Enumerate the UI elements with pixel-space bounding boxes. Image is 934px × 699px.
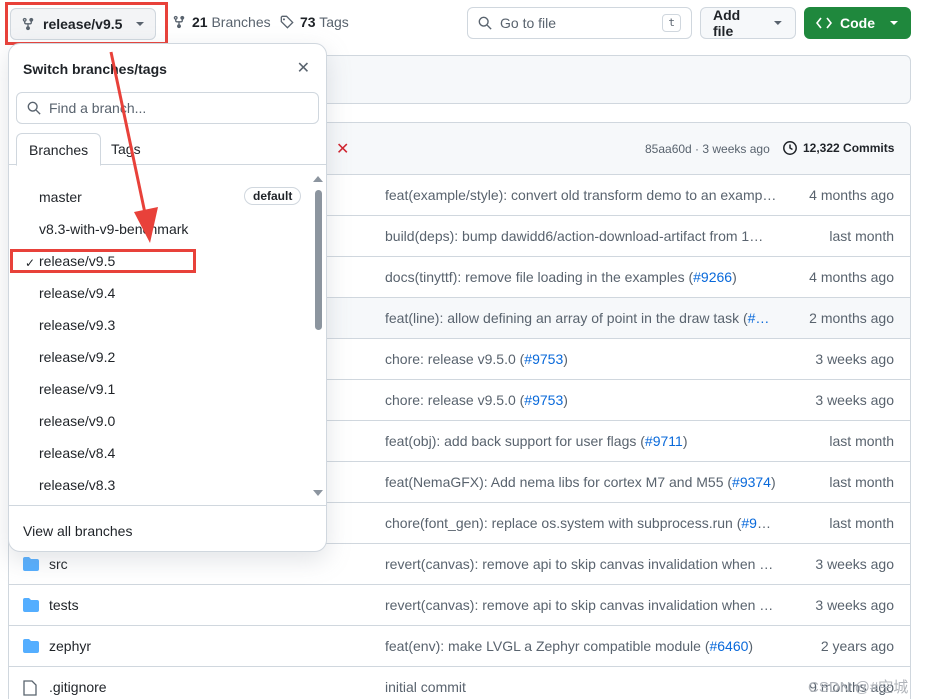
annotation-arrow-shaft [109,51,148,219]
annotation-arrow-head [134,207,158,243]
annotation-arrow [109,51,158,243]
watermark: CSDN @#空城 [808,679,909,696]
